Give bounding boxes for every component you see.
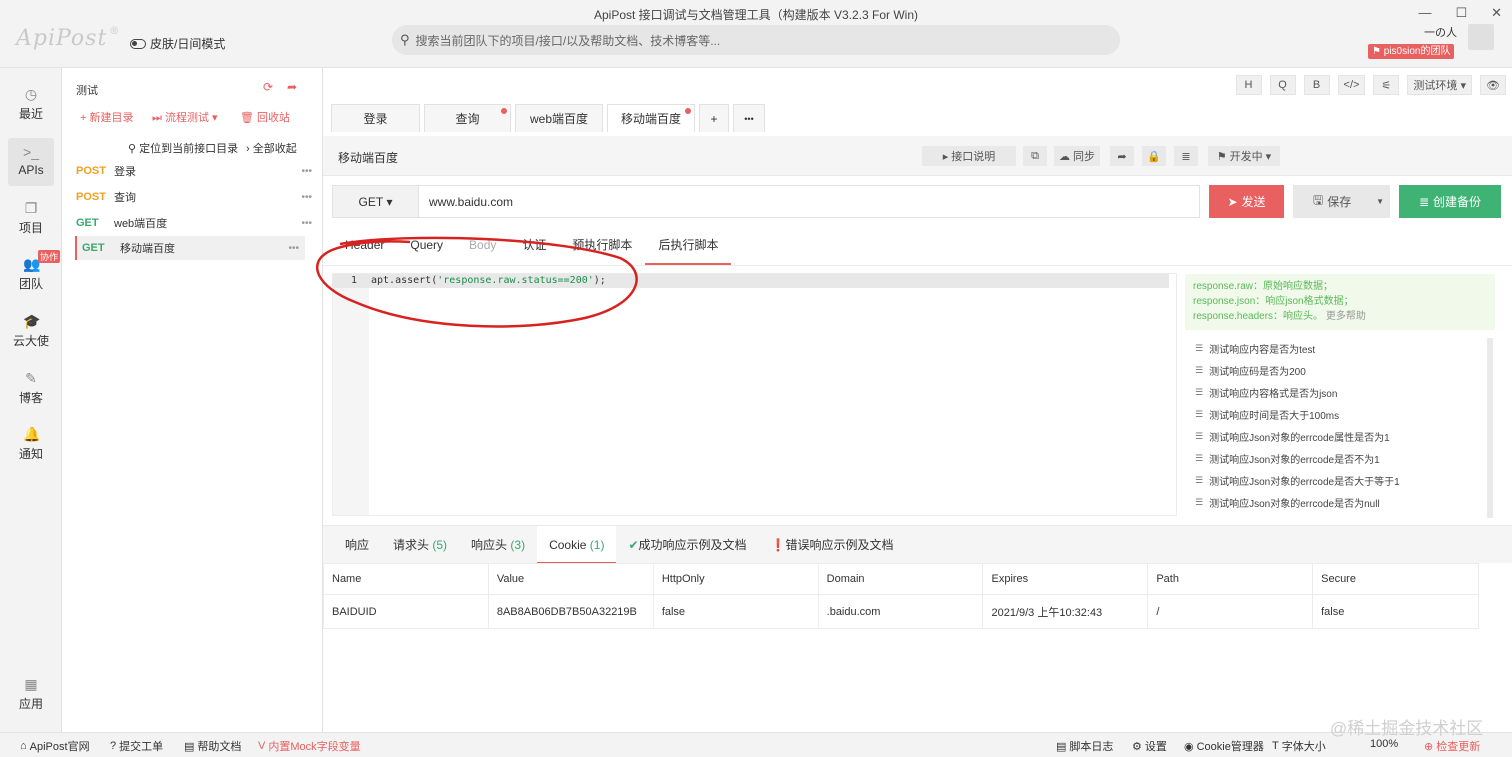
settings-button[interactable]: ⚙ 设置	[1132, 738, 1167, 754]
list-icon: ☰	[1195, 386, 1204, 397]
snippet-item[interactable]: ☰ 测试响应码是否为200	[1185, 359, 1495, 381]
help-box: response.raw：原始响应数据； response.json：响应jso…	[1185, 274, 1495, 330]
list-icon: ☰	[1195, 474, 1204, 485]
snippet-item[interactable]: ☰ 测试响应时间是否大于100ms	[1185, 403, 1495, 425]
response-tabs: 响应 请求头 (5) 响应头 (3) Cookie (1) ✔成功响应示例及文档…	[323, 525, 1512, 564]
column-header: Name	[323, 563, 489, 595]
check-icon: ✔	[628, 538, 639, 552]
docs-link[interactable]: ▤ 帮助文档	[184, 738, 241, 754]
list-icon: ☰	[1195, 496, 1204, 507]
column-header: Expires	[982, 563, 1149, 595]
tab-error-example[interactable]: ❗错误响应示例及文档	[759, 526, 906, 564]
status-bar: ⌂ ApiPost官网 ? 提交工单 ▤ 帮助文档 V 内置Mock字段变量 ▤ 脚本日志…	[0, 732, 1512, 757]
table-cell: .baidu.com	[817, 594, 984, 629]
table-cell: 8AB8AB06DB7B50A32219B	[487, 594, 654, 629]
snippet-item[interactable]: ☰ 测试响应Json对象的errcode是否大于等于1	[1185, 469, 1495, 491]
script-log-button[interactable]: ▤ 脚本日志	[1056, 738, 1113, 754]
snippet-item[interactable]: ☰ 测试响应Json对象的errcode是否为null	[1185, 491, 1495, 513]
font-icon: T	[1272, 740, 1279, 752]
update-icon: ⊕	[1424, 740, 1434, 753]
table-cell: false	[1312, 594, 1479, 629]
table-cell: /	[1147, 594, 1314, 629]
site-link[interactable]: ⌂ ApiPost官网	[20, 738, 90, 754]
list-icon: ☰	[1195, 408, 1204, 419]
list-icon: ☰	[1195, 430, 1204, 441]
check-update-button[interactable]: ⊕ 检查更新	[1424, 738, 1480, 754]
home-icon: ⌂	[20, 740, 27, 752]
column-header: Path	[1147, 563, 1314, 595]
tab-success-example[interactable]: ✔成功响应示例及文档	[616, 526, 758, 564]
more-help-link[interactable]: 更多帮助	[1326, 311, 1366, 322]
column-header: Domain	[817, 563, 984, 595]
list-icon: ☰	[1195, 452, 1204, 463]
cookie-icon: ◉	[1184, 740, 1194, 753]
mock-icon: V	[258, 740, 266, 752]
snippet-scrollbar[interactable]	[1487, 338, 1493, 518]
list-icon: ☰	[1195, 342, 1204, 353]
snippet-item[interactable]: ☰ 测试响应内容格式是否为json	[1185, 381, 1495, 403]
tab-response[interactable]: 响应	[333, 526, 381, 564]
watermark: @稀土掘金技术社区	[1330, 719, 1484, 738]
table-cell: 2021/9/3 上午10:32:43	[982, 594, 1149, 629]
snippet-item[interactable]: ☰ 测试响应内容是否为test	[1185, 337, 1495, 359]
snippet-list: ☰ 测试响应内容是否为test ☰ 测试响应码是否为200 ☰ 测试响应内容格式是否为js…	[1185, 337, 1495, 513]
error-icon: ❗	[770, 538, 786, 552]
table-row: BAIDUID 8AB8AB06DB7B50A32219B false .baidu.…	[323, 594, 1479, 629]
mock-link[interactable]: V 内置Mock字段变量	[258, 738, 361, 754]
log-icon: ▤	[1056, 740, 1067, 753]
help-icon: ?	[110, 740, 117, 752]
column-header: HttpOnly	[652, 563, 819, 595]
zoom-level[interactable]: 100%	[1370, 738, 1398, 750]
tab-res-headers[interactable]: 响应头 (3)	[459, 526, 537, 564]
snippet-item[interactable]: ☰ 测试响应Json对象的errcode属性是否为1	[1185, 425, 1495, 447]
list-icon: ☰	[1195, 364, 1204, 375]
table-cell: false	[652, 594, 819, 629]
snippet-item[interactable]: ☰ 测试响应Json对象的errcode是否不为1	[1185, 447, 1495, 469]
table-cell: BAIDUID	[323, 594, 489, 629]
font-size-control[interactable]: T 字体大小	[1272, 738, 1326, 754]
cookie-manager-button[interactable]: ◉ Cookie管理器	[1184, 738, 1264, 754]
column-header: Secure	[1312, 563, 1479, 595]
column-header: Value	[487, 563, 654, 595]
gear-icon: ⚙	[1132, 740, 1142, 753]
ticket-link[interactable]: ? 提交工单	[110, 738, 163, 754]
tab-cookie[interactable]: Cookie (1)	[537, 526, 617, 564]
cookie-table: Name Value HttpOnly Domain Expires Path Secure…	[323, 563, 1479, 629]
tab-req-headers[interactable]: 请求头 (5)	[381, 526, 459, 564]
book-icon: ▤	[184, 740, 195, 753]
